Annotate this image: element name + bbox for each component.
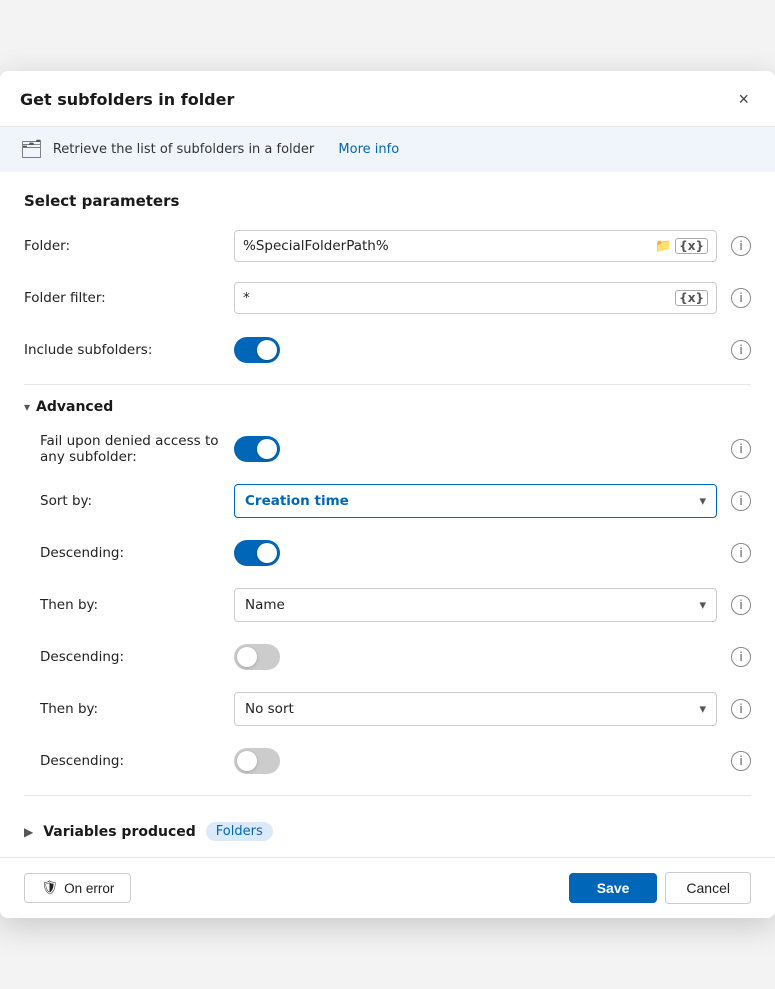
info-bar-icon: 🗂 <box>20 139 43 160</box>
folder-filter-icons: {x} <box>675 290 708 306</box>
folder-info-icon[interactable]: i <box>731 236 751 256</box>
advanced-label: Advanced <box>36 399 113 415</box>
folder-filter-label: Folder filter: <box>24 290 234 306</box>
then-by1-row: Then by: Name ▾ i <box>24 587 751 623</box>
descending1-toggle[interactable] <box>234 540 280 566</box>
dialog-body: Select parameters Folder: %SpecialFolder… <box>0 172 775 857</box>
include-subfolders-label: Include subfolders: <box>24 342 234 358</box>
then-by2-dropdown[interactable]: No sort ▾ <box>234 692 717 726</box>
advanced-section-toggle[interactable]: ▾ Advanced <box>24 399 751 415</box>
advanced-chevron-icon: ▾ <box>24 400 30 414</box>
folder-control: %SpecialFolderPath% 📁 {x} i <box>234 230 751 262</box>
folder-value: %SpecialFolderPath% <box>243 238 389 254</box>
variables-badge: Folders <box>206 822 273 841</box>
fail-access-label: Fail upon denied access to any subfolder… <box>40 433 234 465</box>
descending2-info-icon[interactable]: i <box>731 647 751 667</box>
descending1-info-icon[interactable]: i <box>731 543 751 563</box>
sort-by-row: Sort by: Creation time ▾ i <box>24 483 751 519</box>
close-button[interactable]: × <box>732 87 755 112</box>
descending1-label: Descending: <box>40 545 234 561</box>
then-by1-chevron-icon: ▾ <box>699 598 706 613</box>
folder-variable-icon[interactable]: {x} <box>675 238 708 254</box>
folder-filter-value: * <box>243 290 250 306</box>
then-by2-label: Then by: <box>40 701 234 717</box>
dialog: Get subfolders in folder × 🗂 Retrieve th… <box>0 71 775 918</box>
descending3-control: i <box>234 748 751 774</box>
more-info-link[interactable]: More info <box>338 142 399 157</box>
then-by1-label: Then by: <box>40 597 234 613</box>
save-button[interactable]: Save <box>569 873 658 903</box>
descending2-toggle[interactable] <box>234 644 280 670</box>
folder-filter-row: Folder filter: * {x} i <box>24 280 751 316</box>
then-by2-value: No sort <box>245 701 294 717</box>
info-bar: 🗂 Retrieve the list of subfolders in a f… <box>0 127 775 172</box>
sort-by-value: Creation time <box>245 493 349 509</box>
descending1-row: Descending: i <box>24 535 751 571</box>
sort-by-info-icon[interactable]: i <box>731 491 751 511</box>
then-by1-value: Name <box>245 597 285 613</box>
folder-row: Folder: %SpecialFolderPath% 📁 {x} i <box>24 228 751 264</box>
shield-icon: 🛡 <box>41 880 58 896</box>
include-subfolders-row: Include subfolders: i <box>24 332 751 368</box>
on-error-button[interactable]: 🛡 On error <box>24 873 131 903</box>
then-by1-dropdown[interactable]: Name ▾ <box>234 588 717 622</box>
folder-label: Folder: <box>24 238 234 254</box>
fail-access-toggle[interactable] <box>234 436 280 462</box>
descending2-label: Descending: <box>40 649 234 665</box>
divider-1 <box>24 384 751 385</box>
include-subfolders-info-icon[interactable]: i <box>731 340 751 360</box>
descending1-control: i <box>234 540 751 566</box>
sort-by-control: Creation time ▾ i <box>234 484 751 518</box>
include-subfolders-control: i <box>234 337 751 363</box>
fail-access-row: Fail upon denied access to any subfolder… <box>24 431 751 467</box>
advanced-content: Fail upon denied access to any subfolder… <box>24 431 751 779</box>
folder-filter-input[interactable]: * {x} <box>234 282 717 314</box>
folder-filter-info-icon[interactable]: i <box>731 288 751 308</box>
then-by2-row: Then by: No sort ▾ i <box>24 691 751 727</box>
include-subfolders-toggle[interactable] <box>234 337 280 363</box>
then-by1-control: Name ▾ i <box>234 588 751 622</box>
variables-produced-label: Variables produced <box>43 824 196 840</box>
descending3-info-icon[interactable]: i <box>731 751 751 771</box>
dialog-title: Get subfolders in folder <box>20 90 234 109</box>
sort-by-dropdown[interactable]: Creation time ▾ <box>234 484 717 518</box>
cancel-button[interactable]: Cancel <box>665 872 751 904</box>
descending3-label: Descending: <box>40 753 234 769</box>
divider-2 <box>24 795 751 796</box>
fail-access-info-icon[interactable]: i <box>731 439 751 459</box>
then-by2-info-icon[interactable]: i <box>731 699 751 719</box>
folder-input[interactable]: %SpecialFolderPath% 📁 {x} <box>234 230 717 262</box>
then-by2-control: No sort ▾ i <box>234 692 751 726</box>
footer-right: Save Cancel <box>569 872 751 904</box>
descending3-toggle[interactable] <box>234 748 280 774</box>
sort-by-chevron-icon: ▾ <box>699 494 706 509</box>
variables-produced-row[interactable]: ▶ Variables produced Folders <box>24 810 751 847</box>
then-by2-chevron-icon: ▾ <box>699 702 706 717</box>
folder-filter-variable-icon[interactable]: {x} <box>675 290 708 306</box>
folder-filter-control: * {x} i <box>234 282 751 314</box>
dialog-footer: 🛡 On error Save Cancel <box>0 857 775 918</box>
folder-browse-icon[interactable]: 📁 <box>655 239 671 254</box>
descending3-row: Descending: i <box>24 743 751 779</box>
dialog-header: Get subfolders in folder × <box>0 71 775 127</box>
folder-input-icons: 📁 {x} <box>655 238 708 254</box>
fail-access-control: i <box>234 436 751 462</box>
descending2-row: Descending: i <box>24 639 751 675</box>
then-by1-info-icon[interactable]: i <box>731 595 751 615</box>
sort-by-label: Sort by: <box>40 493 234 509</box>
variables-chevron-icon: ▶ <box>24 825 33 839</box>
info-bar-text: Retrieve the list of subfolders in a fol… <box>53 142 314 157</box>
descending2-control: i <box>234 644 751 670</box>
section-title-params: Select parameters <box>24 192 751 210</box>
